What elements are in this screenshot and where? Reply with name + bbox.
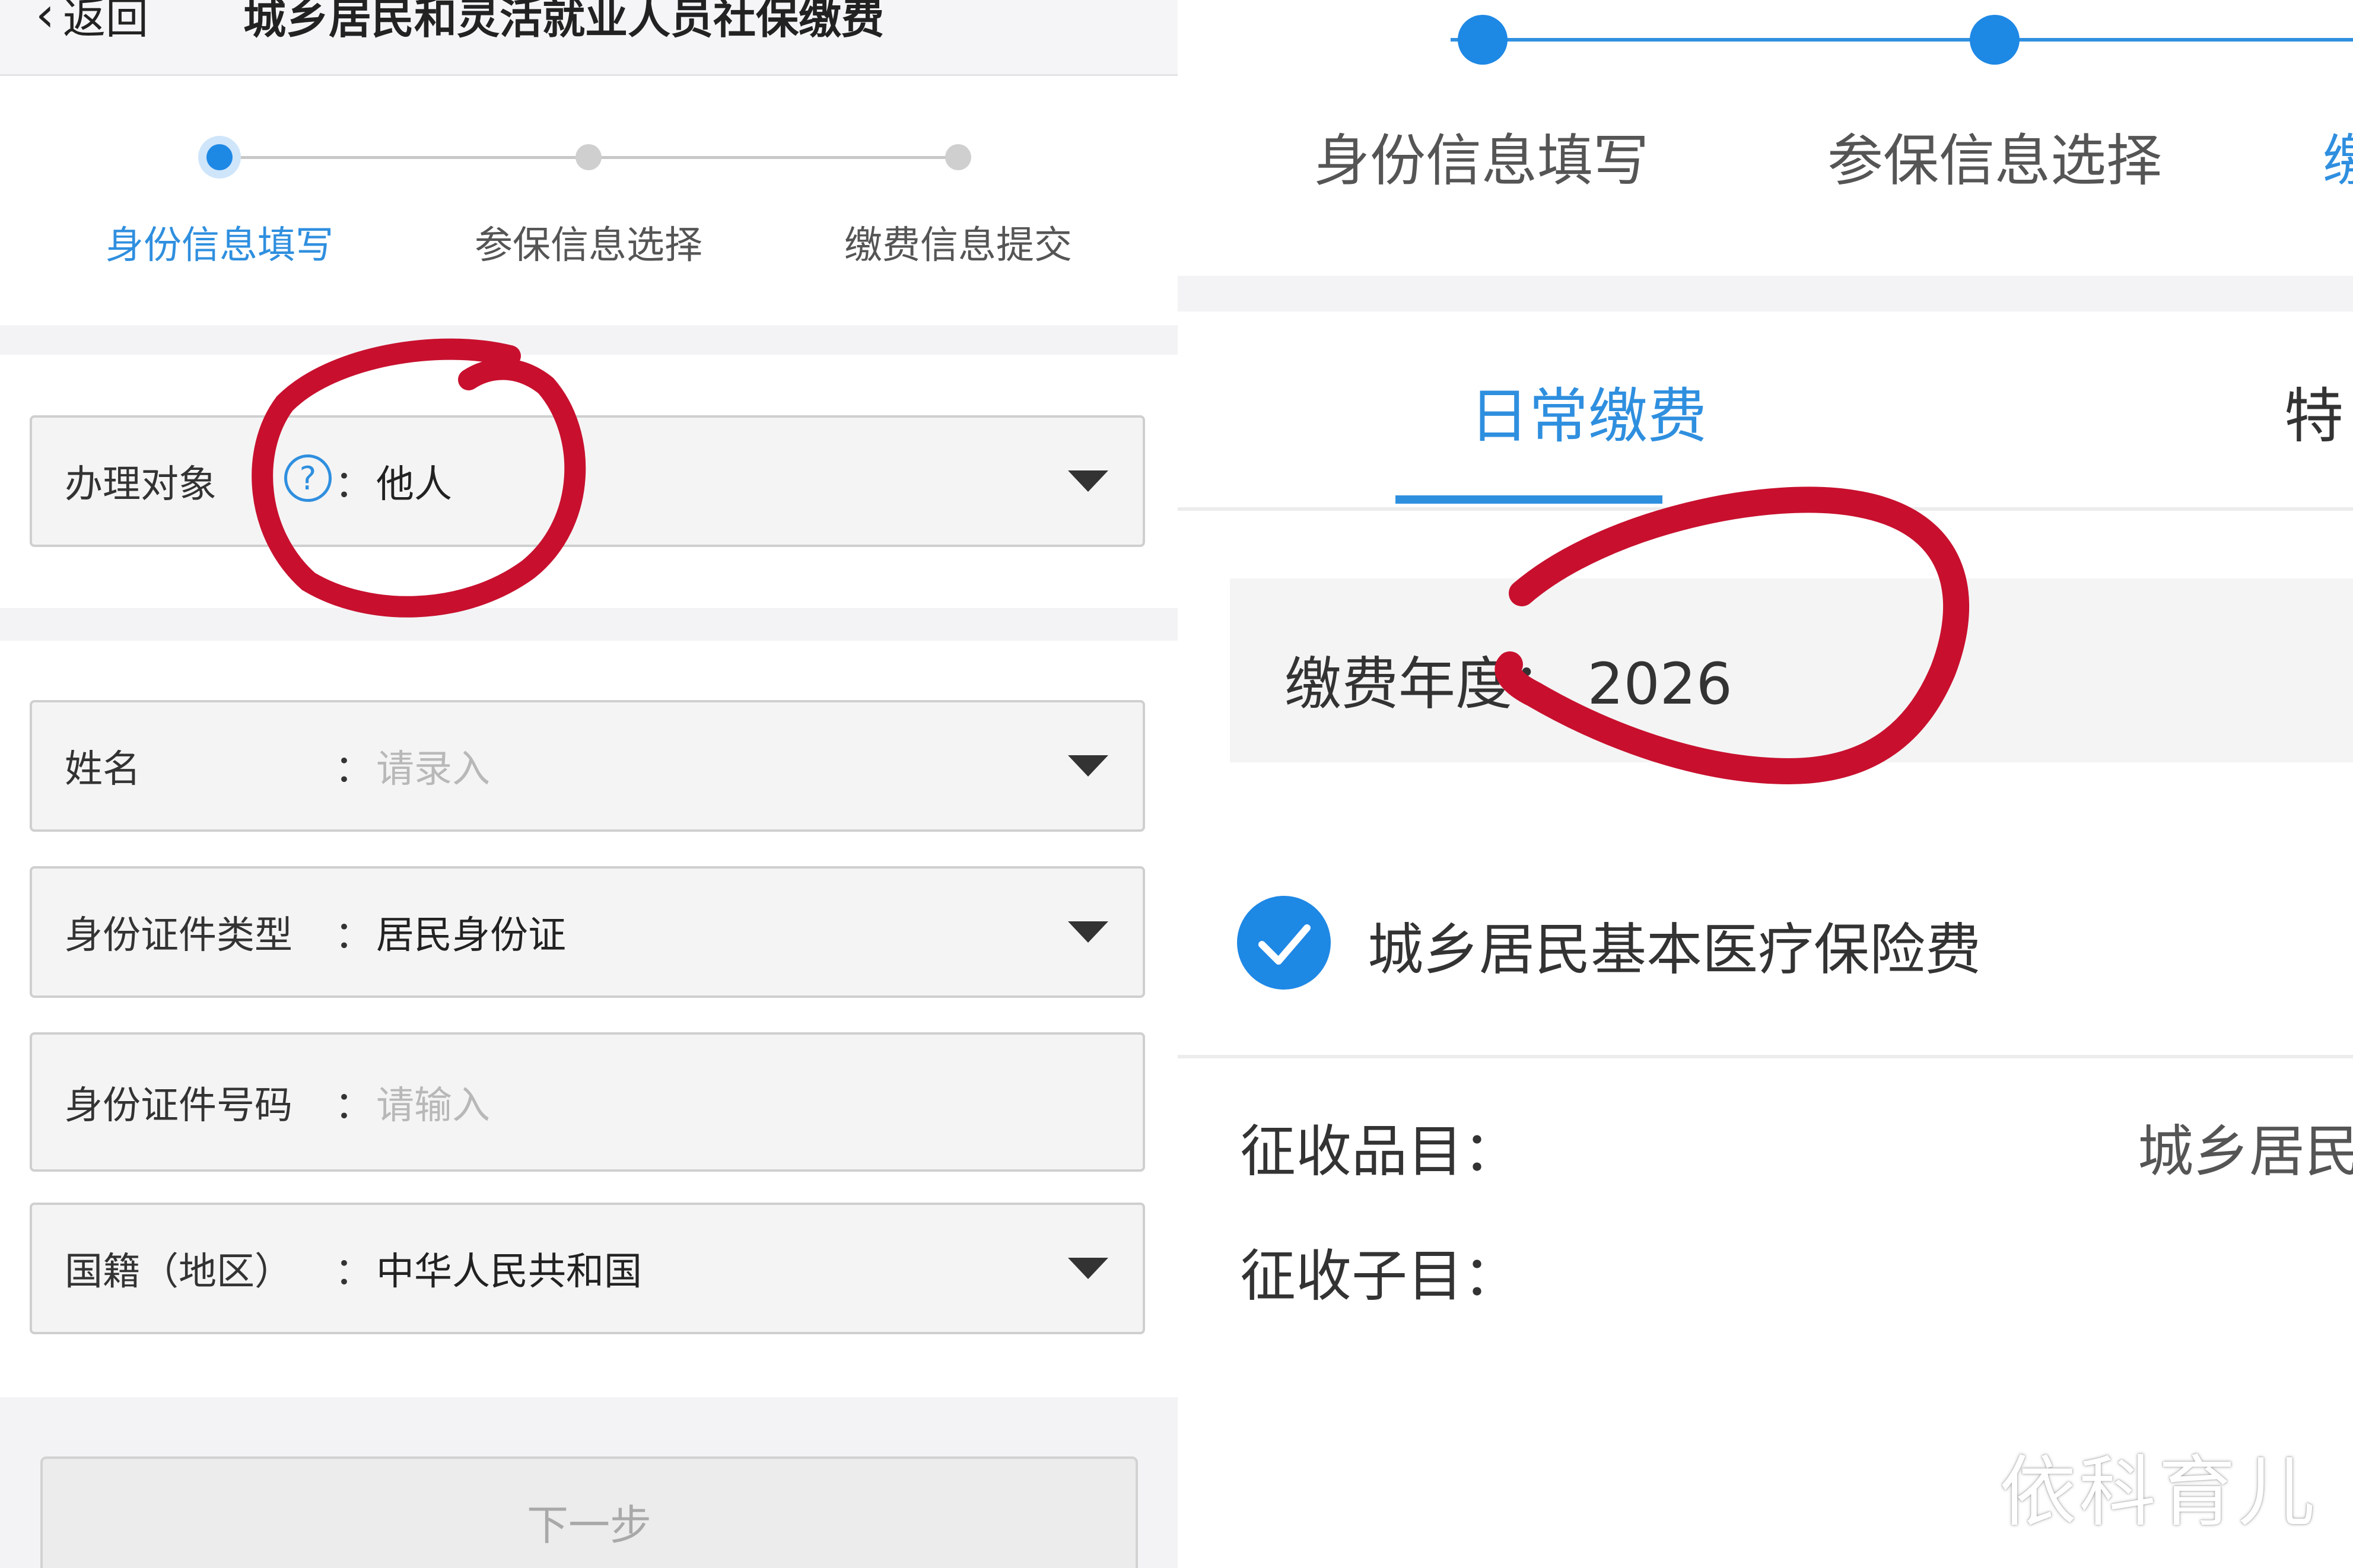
help-icon[interactable]: ?: [284, 454, 332, 502]
id-number-label: 身份证件号码: [65, 1083, 292, 1128]
page-title: 城乡居民和灵活就业人员社保缴费: [243, 0, 885, 43]
step-label-1: 身份信息填写: [106, 224, 333, 268]
target-colon: ：: [335, 463, 373, 507]
target-label: 办理对象: [65, 463, 217, 507]
tab-special-payment[interactable]: 特: [2284, 368, 2344, 454]
checkmark-icon: [1258, 924, 1311, 965]
payment-year-label: 缴费年度：: [1284, 651, 1569, 717]
levy-subitem-label: 征收子目：: [1240, 1244, 1519, 1309]
id-type-colon: ：: [335, 914, 373, 958]
name-placeholder: 请录入: [376, 748, 490, 791]
step-dot-1: [1458, 15, 1508, 65]
stepper-line: [1451, 38, 2353, 42]
caret-down-icon: [1068, 921, 1108, 943]
payment-year: 缴费年度： 2026: [1284, 638, 1732, 720]
active-tab-indicator: [1395, 495, 1662, 504]
caret-down-icon: [1068, 1258, 1108, 1279]
step-label-2: 参保信息选择: [475, 224, 702, 268]
name-label: 姓名: [65, 748, 141, 791]
nationality-label: 国籍（地区）: [65, 1250, 292, 1294]
section-divider: [0, 608, 1178, 641]
levy-item-label: 征收品目：: [1240, 1119, 1519, 1184]
name-select[interactable]: 姓名 ： 请录入: [30, 700, 1145, 832]
tab-daily-payment[interactable]: 日常缴费: [1470, 368, 1707, 454]
watermark: 依科育儿: [1999, 1447, 2317, 1537]
id-number-placeholder: 请输入: [376, 1083, 490, 1128]
id-type-label: 身份证件类型: [65, 914, 292, 958]
nationality-colon: ：: [335, 1250, 373, 1294]
back-button[interactable]: ‹ 返回: [36, 0, 148, 46]
nationality-value: 中华人民共和国: [376, 1250, 642, 1294]
checkbox-checked[interactable]: [1237, 896, 1331, 990]
section-divider: [0, 325, 1178, 355]
section-divider: [1178, 276, 2353, 311]
insurance-item-label: 城乡居民基本医疗保险费: [1368, 918, 1982, 982]
chevron-left-icon: ‹: [36, 0, 55, 42]
caret-down-icon: [1068, 470, 1108, 492]
id-number-colon: ：: [335, 1083, 373, 1128]
step-dot-3: [945, 144, 971, 170]
right-screen: 身份信息填写 参保信息选择 缴 日常缴费 特 缴费年度： 2026 城乡居民基本…: [1178, 0, 2353, 1568]
levy-item-value: 城乡居民: [2138, 1119, 2353, 1184]
id-number-input[interactable]: 身份证件号码 ： 请输入: [30, 1032, 1145, 1172]
id-type-select[interactable]: 身份证件类型 ： 居民身份证: [30, 866, 1145, 998]
step-label-1: 身份信息填写: [1314, 129, 1649, 193]
step-dot-2: [1970, 15, 2020, 65]
row-divider: [1178, 1055, 2353, 1058]
step-dot-1: [206, 144, 233, 170]
back-label: 返回: [63, 0, 149, 43]
step-label-2: 参保信息选择: [1827, 129, 2163, 193]
tab-divider: [1178, 507, 2353, 511]
step-label-3: 缴: [2323, 129, 2353, 193]
caret-down-icon: [1068, 755, 1108, 777]
step-dot-2: [575, 144, 602, 170]
id-type-value: 居民身份证: [376, 914, 566, 958]
left-screen: ‹ 返回 城乡居民和灵活就业人员社保缴费 身份信息填写 参保信息选择 缴费信息提…: [0, 0, 1178, 1568]
red-annotation-circle: [1495, 486, 1970, 785]
step-label-3: 缴费信息提交: [844, 224, 1072, 268]
nationality-select[interactable]: 国籍（地区） ： 中华人民共和国: [30, 1203, 1145, 1334]
name-colon: ：: [335, 748, 373, 791]
target-value: 他人: [376, 463, 452, 507]
payment-year-value: 2026: [1587, 651, 1732, 717]
next-step-button[interactable]: 下一步: [40, 1456, 1138, 1568]
target-select[interactable]: 办理对象 ? ： 他人: [30, 415, 1145, 547]
